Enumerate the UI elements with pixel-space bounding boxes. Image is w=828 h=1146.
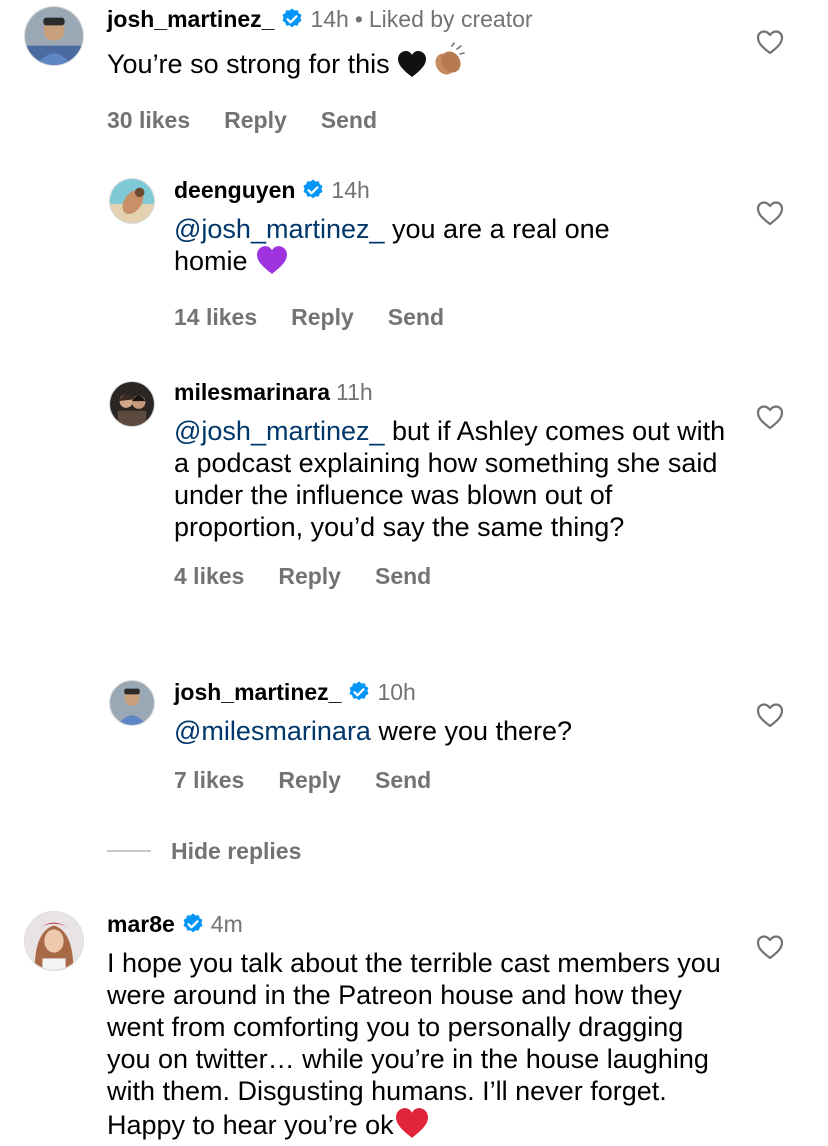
separator-dot: • xyxy=(354,6,363,32)
timestamp: 4m xyxy=(210,911,243,937)
clapping-hands-icon xyxy=(430,42,466,85)
username[interactable]: mar8e xyxy=(107,909,175,939)
reply-button[interactable]: Reply xyxy=(224,105,287,135)
comment-text: @milesmarinara were you there? xyxy=(174,715,738,747)
comment-text: I hope you talk about the terrible cast … xyxy=(107,947,732,1146)
comment-actions: 4 likes Reply Send xyxy=(174,561,738,591)
verified-badge-icon xyxy=(347,680,371,704)
likes-count[interactable]: 30 likes xyxy=(107,105,190,135)
person-avatar-icon xyxy=(110,681,154,725)
avatar[interactable] xyxy=(24,911,84,971)
like-heart-icon[interactable] xyxy=(756,200,784,226)
comment-text-body: You’re so strong for this xyxy=(107,49,398,79)
red-heart-icon xyxy=(394,1107,430,1146)
timestamp: 14h xyxy=(331,177,370,203)
likes-count[interactable]: 4 likes xyxy=(174,561,244,591)
woman-avatar-icon xyxy=(25,912,83,970)
timestamp: 11h xyxy=(335,379,373,405)
mention-link[interactable]: @josh_martinez_ xyxy=(174,214,385,244)
mention-link[interactable]: @josh_martinez_ xyxy=(174,416,385,446)
avatar[interactable] xyxy=(109,680,155,726)
verified-badge-icon xyxy=(181,912,205,936)
like-heart-icon[interactable] xyxy=(756,404,784,430)
username[interactable]: deenguyen xyxy=(174,175,295,205)
send-button[interactable]: Send xyxy=(375,765,431,795)
comment-meta: josh_martinez_ 10h xyxy=(174,677,738,707)
comment-meta: josh_martinez_ 14h • Liked by creator xyxy=(107,4,738,34)
like-heart-icon[interactable] xyxy=(756,702,784,728)
timestamp: 14h xyxy=(310,6,349,32)
comment-meta: mar8e 4m xyxy=(107,909,738,939)
hide-replies-button[interactable]: Hide replies xyxy=(107,836,301,866)
comment-actions: 14 likes Reply Send xyxy=(174,302,738,332)
dark-photo-avatar-icon xyxy=(110,382,154,426)
username[interactable]: milesmarinara xyxy=(174,377,330,407)
reply-button[interactable]: Reply xyxy=(278,765,341,795)
person-avatar-icon xyxy=(25,7,83,65)
purple-heart-icon xyxy=(255,245,289,282)
mention-link[interactable]: @milesmarinara xyxy=(174,716,371,746)
send-button[interactable]: Send xyxy=(388,302,444,332)
hide-replies-label[interactable]: Hide replies xyxy=(171,836,301,866)
comment-meta: deenguyen 14h xyxy=(174,175,738,205)
comment-text-body: were you there? xyxy=(370,716,573,746)
avatar[interactable] xyxy=(109,178,155,224)
timestamp: 10h xyxy=(377,679,416,705)
comment-text: @josh_martinez_ you are a real one homie xyxy=(174,213,654,282)
verified-badge-icon xyxy=(301,178,325,202)
comment-meta: milesmarinara 11h xyxy=(174,377,738,407)
likes-count[interactable]: 14 likes xyxy=(174,302,257,332)
like-heart-icon[interactable] xyxy=(756,29,784,55)
reply-button[interactable]: Reply xyxy=(291,302,354,332)
likes-count[interactable]: 7 likes xyxy=(174,765,244,795)
username[interactable]: josh_martinez_ xyxy=(107,4,274,34)
send-button[interactable]: Send xyxy=(321,105,377,135)
comment-actions: 30 likes Reply Send xyxy=(107,105,738,135)
avatar[interactable] xyxy=(109,381,155,427)
like-heart-icon[interactable] xyxy=(756,934,784,960)
comment-text: @josh_martinez_ but if Ashley comes out … xyxy=(174,415,734,543)
hide-replies-divider xyxy=(107,850,151,852)
verified-badge-icon xyxy=(280,7,304,31)
avatar[interactable] xyxy=(24,6,84,66)
beach-avatar-icon xyxy=(110,179,154,223)
comment-actions: 7 likes Reply Send xyxy=(174,765,738,795)
black-heart-icon xyxy=(397,50,427,85)
send-button[interactable]: Send xyxy=(375,561,431,591)
liked-by-creator: Liked by creator xyxy=(368,6,533,32)
username[interactable]: josh_martinez_ xyxy=(174,677,341,707)
reply-button[interactable]: Reply xyxy=(278,561,341,591)
comment-text: You’re so strong for this xyxy=(107,42,738,85)
